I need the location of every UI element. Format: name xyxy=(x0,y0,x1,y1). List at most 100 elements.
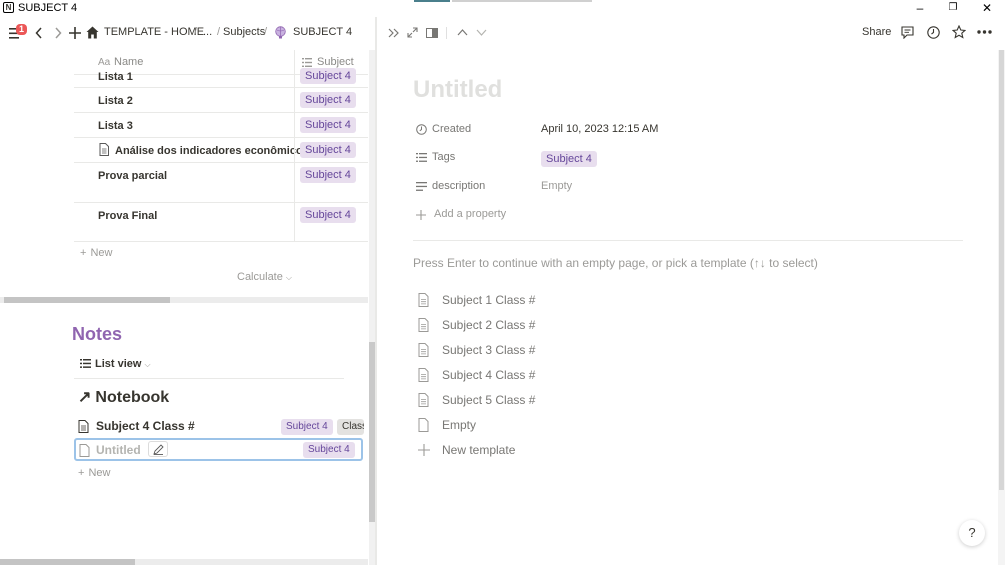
star-icon[interactable] xyxy=(952,25,966,39)
breadcrumb-separator: / xyxy=(194,26,198,38)
property-value[interactable]: Empty xyxy=(541,180,572,192)
double-chevron-right-icon[interactable] xyxy=(388,28,400,38)
home-icon xyxy=(86,26,99,39)
template-label: Subject 5 Class # xyxy=(442,393,536,407)
new-template-button[interactable]: New template xyxy=(418,441,618,461)
subject-tag[interactable]: Subject 4 xyxy=(300,117,356,133)
page-icon xyxy=(418,318,429,332)
template-label: Subject 3 Class # xyxy=(442,343,536,357)
property-created[interactable]: Created April 10, 2023 12:15 AM xyxy=(416,120,976,140)
cell-divider xyxy=(294,113,295,137)
clock-icon xyxy=(416,124,427,135)
property-label: description xyxy=(432,180,486,192)
close-button[interactable]: ✕ xyxy=(972,0,1002,17)
subject-tag: Subject 4 xyxy=(281,419,333,435)
help-button[interactable]: ? xyxy=(959,520,985,546)
template-option[interactable]: Subject 5 Class # xyxy=(418,391,618,411)
template-option[interactable]: Subject 3 Class # xyxy=(418,341,618,361)
cell-divider xyxy=(294,88,295,112)
page-icon xyxy=(99,143,109,156)
minimize-button[interactable]: – xyxy=(905,0,935,17)
subject-tag[interactable]: Subject 4 xyxy=(300,92,356,108)
row-name[interactable]: Prova parcial xyxy=(98,170,167,182)
table-row[interactable]: Lista 1 Subject 4 xyxy=(74,63,368,88)
cell-divider xyxy=(294,163,295,202)
breadcrumb-subjects[interactable]: Subjects xyxy=(223,26,265,38)
left-topbar: 1 TEMPLATE - HOME / ... / Subjects / SUB… xyxy=(0,17,375,49)
scroll-thumb[interactable] xyxy=(0,559,135,565)
breadcrumb-template-home[interactable]: TEMPLATE - HOME xyxy=(104,26,204,38)
more-options-icon[interactable] xyxy=(977,30,992,34)
plus-icon xyxy=(416,210,426,220)
row-name[interactable]: Lista 3 xyxy=(98,120,133,132)
chevron-up-icon[interactable] xyxy=(457,29,468,36)
subject-tag[interactable]: Subject 4 xyxy=(300,68,356,84)
new-note-button[interactable]: + New xyxy=(78,467,110,479)
list-item[interactable]: Subject 4 Class # Subject 4 Class xyxy=(74,416,364,437)
template-option[interactable]: Subject 4 Class # xyxy=(418,366,618,386)
row-name[interactable]: Prova Final xyxy=(98,210,157,222)
notes-heading: Notes xyxy=(72,324,123,344)
row-name[interactable]: Lista 1 xyxy=(98,71,133,83)
subject-tag: Subject 4 xyxy=(303,442,355,458)
plus-icon[interactable] xyxy=(69,27,81,39)
brain-icon xyxy=(275,26,286,39)
calculate-button[interactable]: Calculate ⌵ xyxy=(237,271,292,283)
panel-divider[interactable] xyxy=(375,17,377,565)
property-label: Created xyxy=(432,123,472,135)
table-row[interactable]: Prova Final Subject 4 xyxy=(74,203,368,242)
cell-divider xyxy=(294,63,295,87)
row-name[interactable]: Lista 2 xyxy=(98,95,133,107)
rename-button[interactable] xyxy=(148,441,168,457)
page-title-input[interactable]: Untitled xyxy=(413,76,502,104)
app-icon: N xyxy=(3,2,14,13)
list-icon xyxy=(416,153,427,162)
table-row[interactable]: Prova parcial Subject 4 xyxy=(74,163,368,203)
subject-tag[interactable]: Subject 4 xyxy=(300,207,356,223)
table-row[interactable]: Lista 2 Subject 4 xyxy=(74,88,368,113)
clock-icon[interactable] xyxy=(927,26,940,39)
add-property-button[interactable]: Add a property xyxy=(416,205,976,225)
subject-tag[interactable]: Subject 4 xyxy=(541,151,597,167)
property-tags[interactable]: Tags Subject 4 xyxy=(416,148,976,168)
comment-icon[interactable] xyxy=(901,26,914,39)
page-icon xyxy=(78,420,89,433)
template-option[interactable]: Subject 1 Class # xyxy=(418,291,618,311)
template-option[interactable]: Subject 2 Class # xyxy=(418,316,618,336)
list-icon xyxy=(80,359,91,368)
chevron-down-icon[interactable] xyxy=(476,29,487,36)
table-new-row-button[interactable]: + New xyxy=(80,247,112,259)
row-name[interactable]: Análise dos indicadores econômicos xyxy=(115,145,309,157)
cell-divider xyxy=(294,203,295,241)
plus-icon: + xyxy=(80,247,87,259)
plus-icon xyxy=(418,444,430,456)
note-title: Subject 4 Class # xyxy=(96,419,195,433)
notebook-label: Notebook xyxy=(95,389,170,406)
page-icon xyxy=(418,393,429,407)
back-arrow-icon[interactable] xyxy=(35,27,43,39)
page-icon xyxy=(418,418,429,432)
new-note-label: New xyxy=(88,467,111,479)
window-titlebar: N SUBJECT 4 – ❐ ✕ xyxy=(0,0,1005,17)
breadcrumb-ellipsis[interactable]: ... xyxy=(203,26,212,38)
tab-indicator xyxy=(414,0,450,2)
subject-tag[interactable]: Subject 4 xyxy=(300,167,356,183)
subject-tag[interactable]: Subject 4 xyxy=(300,142,356,158)
share-button[interactable]: Share xyxy=(862,26,891,38)
template-option-empty[interactable]: Empty xyxy=(418,416,618,436)
notebook-link[interactable]: ↗ Notebook xyxy=(78,387,169,407)
restore-button[interactable]: ❐ xyxy=(938,0,968,17)
table-row[interactable]: Análise dos indicadores econômicos Subje… xyxy=(74,138,368,163)
side-peek-icon[interactable] xyxy=(426,28,438,38)
table-row[interactable]: Lista 3 Subject 4 xyxy=(74,113,368,138)
divider xyxy=(74,378,344,379)
right-scroll-thumb[interactable] xyxy=(999,50,1004,490)
list-view-selector[interactable]: List view ⌵ xyxy=(80,358,151,370)
table-scroll-thumb[interactable] xyxy=(4,297,170,303)
forward-arrow-icon[interactable] xyxy=(54,27,62,39)
list-item-selected[interactable]: Untitled Subject 4 xyxy=(74,438,363,461)
property-description[interactable]: description Empty xyxy=(416,177,976,197)
note-title[interactable]: Untitled xyxy=(96,443,141,457)
breadcrumb-subject-4[interactable]: SUBJECT 4 xyxy=(293,26,352,38)
expand-icon[interactable] xyxy=(407,27,418,38)
